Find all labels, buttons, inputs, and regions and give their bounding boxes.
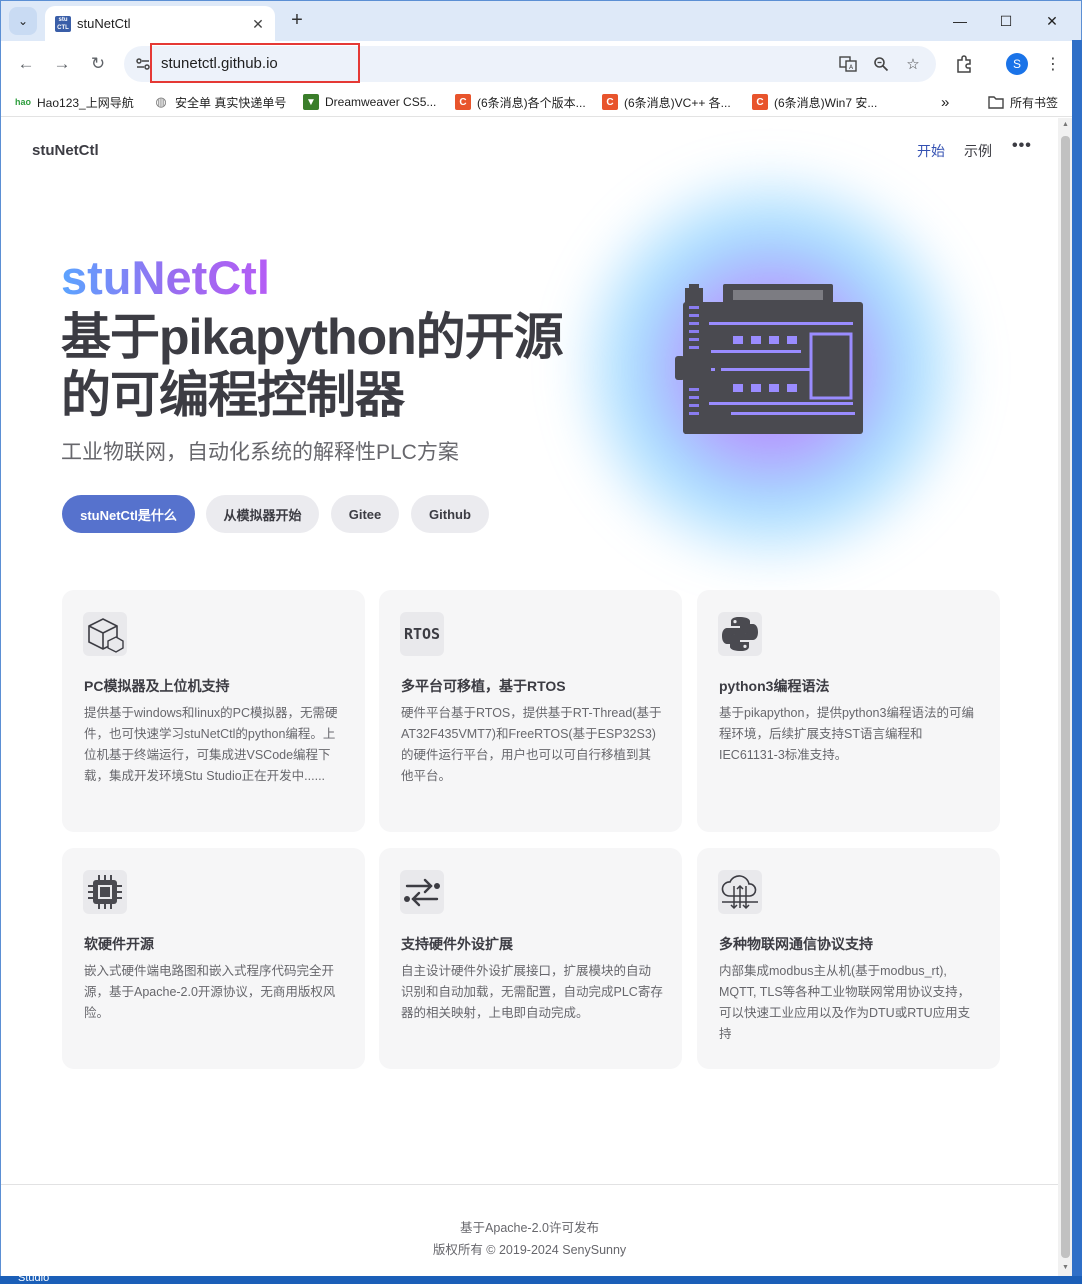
hero-text: 基于pikapython的开源 的可编程控制器 (61, 308, 621, 424)
hero-text-line2: 的可编程控制器 (61, 367, 405, 423)
bookmarks-bar: hao Hao123_上网导航 ◍ 安全单 真实快递单号 ▼ Dreamweaver … (1, 87, 1081, 117)
tab-strip: ⌄ stu CTL stuNetCtl ✕ + — ☐ ✕ (1, 1, 1081, 41)
feature-title: 软硬件开源 (84, 936, 154, 952)
bookmark-item[interactable]: ◍ 安全单 真实快递单号 (153, 93, 286, 111)
csdn-icon: C (752, 94, 768, 110)
github-button[interactable]: Github (411, 495, 489, 533)
scroll-thumb[interactable] (1061, 136, 1070, 1258)
scroll-down-icon[interactable]: ▼ (1061, 1264, 1070, 1274)
bookmark-item[interactable]: C (6条消息)Win7 安... (752, 93, 877, 111)
site-footer: 基于Apache-2.0许可发布 版权所有 © 2019-2024 SenySu… (1, 1184, 1058, 1277)
feature-card: PC模拟器及上位机支持 提供基于windows和linux的PC模拟器，无需硬件… (62, 590, 365, 832)
page-viewport: stuNetCtl 开始 示例 ••• stuNetCtl 基于pikapyth… (1, 118, 1058, 1277)
back-arrow-icon[interactable]: ← (13, 51, 39, 77)
stunetctl-favicon-icon: stu CTL (55, 15, 71, 32)
nav-link-start[interactable]: 开始 (917, 141, 945, 161)
hero-text-line1: 基于pikapython的开源 (61, 309, 564, 365)
plc-controller-icon (675, 284, 863, 434)
package-icon (83, 612, 127, 656)
forward-arrow-icon[interactable]: → (49, 51, 75, 77)
transfer-arrows-icon (400, 870, 444, 914)
profile-avatar[interactable]: S (1006, 53, 1028, 75)
site-title[interactable]: stuNetCtl (32, 142, 99, 159)
new-tab-button[interactable]: + (285, 9, 309, 33)
menu-kebab-icon[interactable]: ⋮ (1040, 51, 1066, 77)
feature-details: 嵌入式硬件端电路图和嵌入式程序代码完全开源，基于Apache-2.0开源协议，无… (84, 964, 336, 1020)
rtos-icon: RTOS (400, 612, 444, 656)
site-navbar: stuNetCtl 开始 示例 ••• (1, 118, 1058, 182)
chevron-down-icon: ⌄ (17, 14, 29, 28)
what-is-button[interactable]: stuNetCtl是什么 (62, 495, 195, 533)
close-window-icon[interactable]: ✕ (1029, 1, 1075, 41)
url-highlight-box (150, 43, 360, 83)
feature-title: 多平台可移植，基于RTOS (401, 678, 566, 694)
minimize-icon[interactable]: — (937, 1, 983, 41)
footer-copyright: 版权所有 © 2019-2024 SenySunny (432, 1243, 627, 1257)
cloud-network-icon (718, 870, 762, 914)
vertical-scrollbar[interactable]: ▲ ▼ (1058, 118, 1073, 1277)
hero-tagline: 工业物联网，自动化系统的解释性PLC方案 (61, 441, 459, 464)
feature-title: python3编程语法 (719, 678, 830, 694)
scroll-up-icon[interactable]: ▲ (1061, 121, 1070, 131)
python-icon (718, 612, 762, 656)
more-menu-icon[interactable]: ••• (1012, 137, 1032, 155)
bookmark-item[interactable]: C (6条消息)各个版本... (455, 93, 586, 111)
reload-icon[interactable]: ↻ (85, 51, 111, 77)
feature-card: 软硬件开源 嵌入式硬件端电路图和嵌入式程序代码完全开源，基于Apache-2.0… (62, 848, 365, 1069)
hero-name: stuNetCtl (61, 251, 270, 304)
globe-icon: ◍ (155, 94, 167, 109)
feature-details: 硬件平台基于RTOS，提供基于RT-Thread(基于AT32F435VMT7)… (401, 706, 662, 783)
zoom-icon[interactable] (870, 53, 892, 75)
csdn-icon: C (602, 94, 618, 110)
tab-title: stuNetCtl (77, 16, 131, 31)
chip-icon (83, 870, 127, 914)
all-bookmarks-button[interactable]: 所有书签 (988, 93, 1058, 111)
feature-card: 支持硬件外设扩展 自主设计硬件外设扩展接口，扩展模块的自动识别和自动加载，无需配… (379, 848, 682, 1069)
close-tab-icon[interactable]: ✕ (249, 15, 267, 33)
bookmark-item[interactable]: ▼ Dreamweaver CS5... (303, 93, 436, 111)
translate-icon[interactable]: A (837, 53, 859, 75)
csdn-icon: C (455, 94, 471, 110)
feature-details: 基于pikapython，提供python3编程语法的可编程环境，后续扩展支持S… (719, 706, 974, 762)
folder-icon (988, 94, 1004, 110)
bookmark-item[interactable]: hao Hao123_上网导航 (15, 93, 134, 111)
taskbar-strip (0, 1276, 1082, 1284)
taskbar-label: Studio (18, 1272, 50, 1284)
feature-details: 内部集成modbus主从机(基于modbus_rt), MQTT, TLS等各种… (719, 964, 971, 1041)
feature-title: 多种物联网通信协议支持 (719, 936, 873, 952)
feature-title: PC模拟器及上位机支持 (84, 678, 230, 694)
desktop-edge (1072, 40, 1082, 1284)
bookmarks-overflow-button[interactable]: » (941, 93, 949, 111)
feature-details: 提供基于windows和linux的PC模拟器，无需硬件，也可快速学习stuNe… (84, 706, 338, 783)
tab-search-button[interactable]: ⌄ (9, 7, 37, 35)
feature-card: RTOS 多平台可移植，基于RTOS 硬件平台基于RTOS，提供基于RT-Thr… (379, 590, 682, 832)
footer-message: 基于Apache-2.0许可发布 (460, 1221, 599, 1235)
hao123-icon: hao (15, 97, 32, 107)
dreamweaver-icon: ▼ (303, 94, 319, 110)
nav-link-examples[interactable]: 示例 (964, 141, 992, 161)
feature-card: python3编程语法 基于pikapython，提供python3编程语法的可… (697, 590, 1000, 832)
feature-title: 支持硬件外设扩展 (401, 936, 513, 952)
extensions-icon[interactable] (951, 51, 977, 77)
maximize-icon[interactable]: ☐ (983, 1, 1029, 41)
gitee-button[interactable]: Gitee (331, 495, 399, 533)
bookmark-star-icon[interactable]: ☆ (902, 53, 924, 75)
browser-window: ⌄ stu CTL stuNetCtl ✕ + — ☐ ✕ ← → ↻ stun… (0, 0, 1082, 1284)
start-simulator-button[interactable]: 从模拟器开始 (206, 495, 319, 533)
feature-card: 多种物联网通信协议支持 内部集成modbus主从机(基于modbus_rt), … (697, 848, 1000, 1069)
bookmark-item[interactable]: C (6条消息)VC++ 各... (602, 93, 731, 111)
feature-details: 自主设计硬件外设扩展接口，扩展模块的自动识别和自动加载，无需配置，自动完成PLC… (401, 964, 663, 1020)
browser-tab[interactable]: stu CTL stuNetCtl ✕ (45, 6, 275, 41)
